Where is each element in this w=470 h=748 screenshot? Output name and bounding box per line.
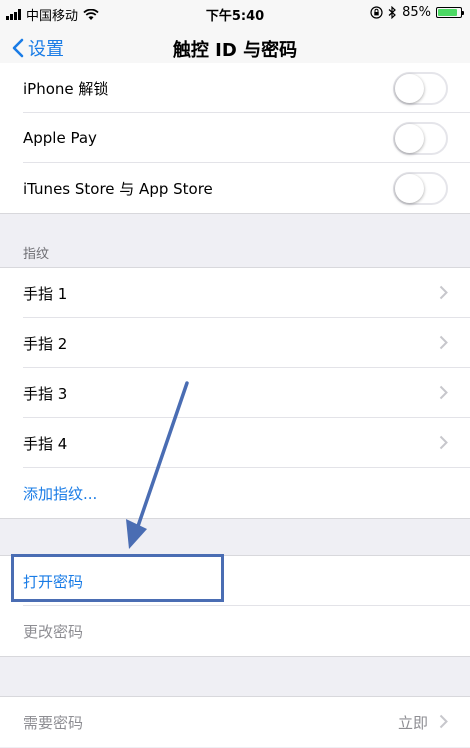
itunes-app-store-switch[interactable]: [393, 172, 448, 205]
fingerprint-row-2[interactable]: 手指 2: [0, 318, 470, 368]
fingerprint-row-3[interactable]: 手指 3: [0, 368, 470, 418]
fingerprint-label: 手指 3: [23, 384, 68, 403]
chevron-right-icon: [439, 285, 448, 300]
annotation-highlight-box: [11, 554, 224, 602]
chevron-right-icon: [439, 335, 448, 350]
status-right: 85%: [370, 5, 464, 20]
unlock-options-group: iPhone 解锁 Apple Pay iTunes Store 与 App S…: [0, 63, 470, 214]
switch-knob: [395, 174, 424, 203]
require-passcode-row: 需要密码 立即: [0, 697, 470, 747]
fingerprint-row-4[interactable]: 手指 4: [0, 418, 470, 468]
switch-knob: [395, 124, 424, 153]
require-passcode-value: 立即: [397, 714, 428, 732]
toggle-row-iphone-unlock: iPhone 解锁: [0, 63, 470, 113]
toggle-row-apple-pay: Apple Pay: [0, 113, 470, 163]
toggle-label: Apple Pay: [23, 129, 97, 147]
battery-fill: [438, 9, 457, 16]
require-passcode-label: 需要密码: [23, 713, 84, 732]
add-fingerprint-label: 添加指纹...: [23, 484, 98, 503]
switch-knob: [395, 74, 424, 103]
chevron-right-icon: [439, 714, 448, 729]
toggle-row-itunes-app-store: iTunes Store 与 App Store: [0, 163, 470, 213]
fingerprints-group: 手指 1 手指 2 手指 3 手指 4 添加指纹...: [0, 267, 470, 519]
chevron-right-icon: [439, 385, 448, 400]
chevron-right-icon: [439, 435, 448, 450]
fingerprint-label: 手指 4: [23, 434, 68, 453]
require-passcode-group: 需要密码 立即: [0, 696, 470, 747]
page-title: 触控 ID 与密码: [172, 40, 298, 61]
fingerprint-row-1[interactable]: 手指 1: [0, 268, 470, 318]
fingerprint-label: 手指 2: [23, 334, 68, 353]
iphone-unlock-switch[interactable]: [393, 72, 448, 105]
battery-percent: 85%: [402, 5, 431, 20]
status-bar: 中国移动 下午5:40 85%: [0, 0, 470, 26]
toggle-label: iPhone 解锁: [23, 79, 109, 98]
toggle-label: iTunes Store 与 App Store: [23, 179, 213, 198]
orientation-lock-icon: [370, 6, 383, 19]
battery-icon: [436, 7, 464, 18]
change-passcode-row: 更改密码: [0, 606, 470, 656]
change-passcode-label: 更改密码: [23, 622, 84, 641]
fingerprint-label: 手指 1: [23, 284, 68, 303]
section-header-fingerprints: 指纹: [23, 247, 50, 262]
add-fingerprint-row[interactable]: 添加指纹...: [0, 468, 470, 518]
bluetooth-icon: [388, 6, 396, 19]
apple-pay-switch[interactable]: [393, 122, 448, 155]
